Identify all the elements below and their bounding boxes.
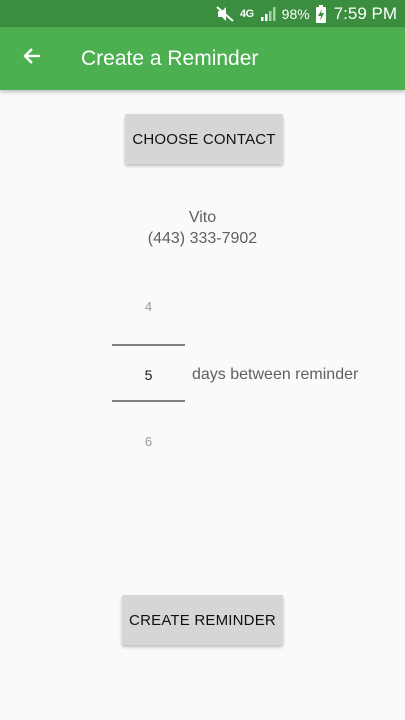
page-title: Create a Reminder — [81, 46, 259, 70]
mute-icon — [216, 5, 234, 22]
picker-divider-bottom — [112, 400, 185, 402]
picker-divider-top — [112, 344, 185, 346]
signal-icon — [260, 6, 276, 22]
arrow-back-icon — [22, 46, 42, 71]
status-bar: 4G 98% 7:59 PM — [0, 0, 405, 27]
app-bar: Create a Reminder — [0, 27, 405, 90]
contact-info: Vito (443) 333-7902 — [0, 207, 405, 249]
battery-percent: 98% — [281, 5, 310, 22]
clock: 7:59 PM — [333, 3, 397, 23]
contact-phone: (443) 333-7902 — [147, 230, 258, 247]
picker-previous-value[interactable]: 4 — [112, 299, 185, 314]
network-type: 4G — [239, 7, 254, 20]
days-number-picker[interactable]: 4 5 6 — [112, 290, 185, 460]
contact-name: Vito — [188, 209, 217, 226]
days-between-label: days between reminder — [192, 366, 359, 383]
picker-next-value[interactable]: 6 — [112, 434, 185, 449]
create-reminder-button[interactable]: CREATE REMINDER — [122, 595, 283, 645]
battery-charging-icon — [315, 4, 326, 23]
choose-contact-button[interactable]: CHOOSE CONTACT — [125, 114, 283, 164]
back-button[interactable] — [0, 27, 64, 90]
picker-current-value[interactable]: 5 — [112, 367, 185, 383]
